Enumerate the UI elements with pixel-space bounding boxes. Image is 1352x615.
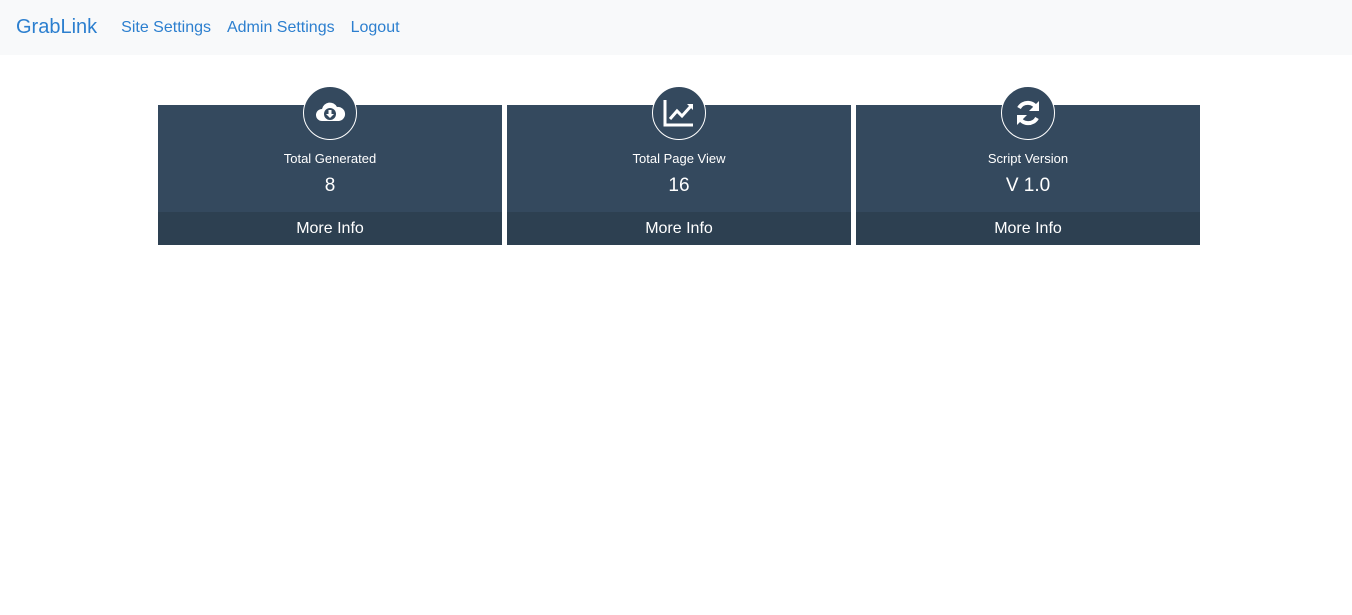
card-label: Total Page View [632,151,726,166]
brand-link[interactable]: GrabLink [16,16,97,39]
card-total-page-view: Total Page View 16 More Info [507,86,851,245]
refresh-icon [1001,86,1055,140]
card-label: Script Version [987,151,1069,166]
nav-link-site-settings[interactable]: Site Settings [121,19,211,37]
card-total-generated: Total Generated 8 More Info [158,86,502,245]
more-info-link[interactable]: More Info [507,212,851,245]
card-value: 8 [324,175,336,196]
more-info-link[interactable]: More Info [158,212,502,245]
navbar: GrabLink Site Settings Admin Settings Lo… [0,0,1352,55]
card-script-version: Script Version V 1.0 More Info [856,86,1200,245]
card-label: Total Generated [283,151,377,166]
nav-link-admin-settings[interactable]: Admin Settings [227,19,335,37]
nav-link-logout[interactable]: Logout [351,19,400,37]
more-info-link[interactable]: More Info [856,212,1200,245]
card-value: V 1.0 [1005,175,1051,196]
cloud-download-icon [303,86,357,140]
card-value: 16 [668,175,690,196]
stats-cards: Total Generated 8 More Info Total Page V… [158,86,1200,245]
line-chart-icon [652,86,706,140]
